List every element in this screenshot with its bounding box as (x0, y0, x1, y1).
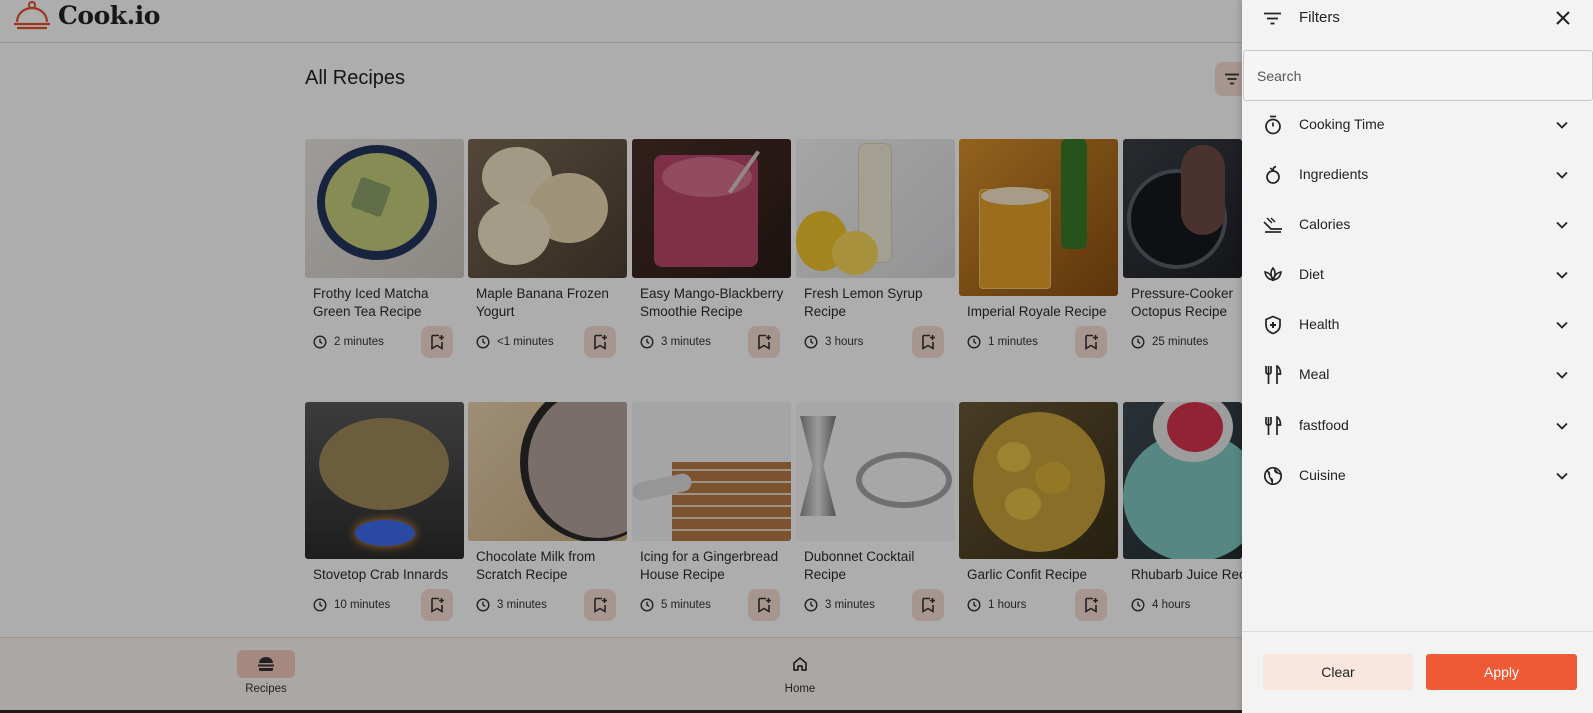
filter-drawer: Filters Cooking Time Ingredients Calorie… (1242, 0, 1593, 713)
chevron-down-icon (1555, 317, 1569, 336)
filter-row-health[interactable]: Health (1242, 307, 1593, 343)
chevron-down-icon (1555, 217, 1569, 236)
filter-search-input[interactable] (1243, 50, 1593, 101)
filter-row-label: Health (1299, 316, 1340, 332)
health-icon (1263, 315, 1283, 335)
chevron-down-icon (1555, 418, 1569, 437)
filter-row-label: Meal (1299, 366, 1330, 382)
cuisine-icon (1263, 466, 1283, 486)
chevron-down-icon (1555, 117, 1569, 136)
filter-row-label: Diet (1299, 266, 1324, 282)
chevron-down-icon (1555, 468, 1569, 487)
diet-icon (1263, 265, 1283, 285)
meal-icon (1263, 365, 1283, 385)
timer-icon (1263, 115, 1283, 135)
filter-row-fastfood[interactable]: fastfood (1242, 408, 1593, 444)
chevron-down-icon (1555, 267, 1569, 286)
filter-row-cooking-time[interactable]: Cooking Time (1242, 107, 1593, 143)
filter-row-ingredients[interactable]: Ingredients (1242, 157, 1593, 193)
filter-row-meal[interactable]: Meal (1242, 357, 1593, 393)
drawer-header: Filters (1242, 0, 1593, 36)
chevron-down-icon (1555, 167, 1569, 186)
clear-button[interactable]: Clear (1263, 654, 1413, 690)
filter-row-label: Cooking Time (1299, 116, 1385, 132)
close-icon (1556, 11, 1570, 25)
chevron-down-icon (1555, 367, 1569, 386)
drawer-title: Filters (1299, 9, 1340, 26)
filter-row-label: Ingredients (1299, 166, 1369, 182)
close-button[interactable] (1553, 8, 1573, 28)
fastfood-icon (1263, 416, 1283, 436)
filter-row-label: Calories (1299, 216, 1351, 232)
filter-row-calories[interactable]: Calories (1242, 207, 1593, 243)
filter-row-label: fastfood (1299, 417, 1349, 433)
calories-icon (1263, 215, 1283, 235)
filter-icon (1264, 10, 1281, 29)
filter-row-diet[interactable]: Diet (1242, 257, 1593, 293)
filter-row-label: Cuisine (1299, 467, 1346, 483)
ingredients-icon (1263, 165, 1283, 185)
drawer-footer: Clear Apply (1242, 631, 1593, 713)
apply-button[interactable]: Apply (1426, 654, 1577, 690)
filter-row-cuisine[interactable]: Cuisine (1242, 458, 1593, 494)
